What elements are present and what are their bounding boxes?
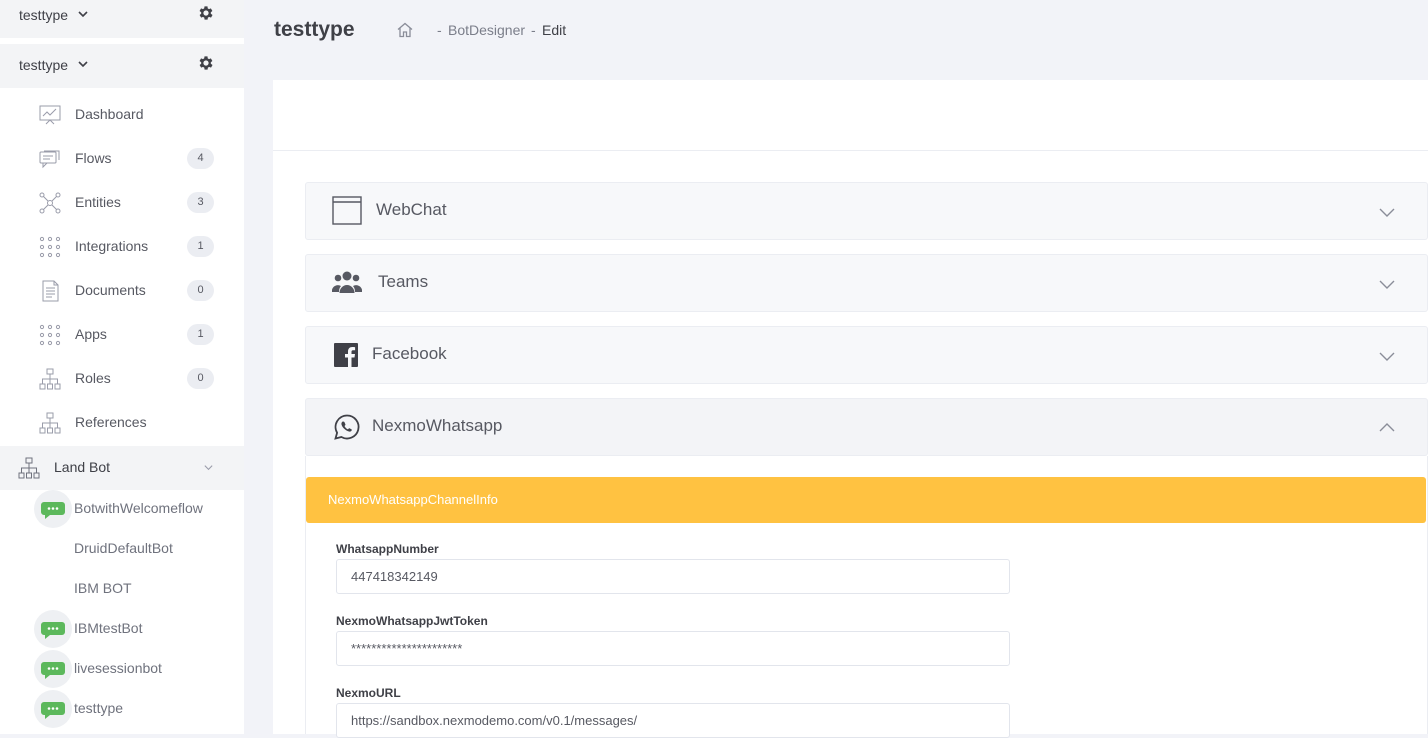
facebook-icon <box>334 343 358 367</box>
gear-icon[interactable] <box>197 4 215 22</box>
bot-item[interactable]: DruidDefaultBot <box>0 529 244 569</box>
accordion-label: Teams <box>378 272 429 291</box>
bot-avatar <box>34 690 72 728</box>
chat-bubble-icon <box>41 702 65 719</box>
org-chart-icon <box>18 457 40 479</box>
breadcrumb-separator: - <box>437 22 442 38</box>
whatsapp-icon <box>334 414 360 440</box>
project-name: testtype <box>19 57 69 73</box>
section-title: NexmoWhatsappChannelInfo <box>328 492 498 507</box>
bot-item[interactable]: IBM BOT <box>0 569 244 609</box>
bot-item[interactable]: IBMtestBot <box>0 609 244 649</box>
accordion-teams[interactable]: Teams <box>305 254 1428 312</box>
sidebar-item-label: Flows <box>75 150 112 166</box>
field-label-nexmo-url: NexmoURL <box>336 686 401 700</box>
gear-icon[interactable] <box>197 54 215 72</box>
roles-icon <box>39 368 61 390</box>
bot-avatar <box>34 650 72 688</box>
breadcrumb-botdesigner[interactable]: BotDesigner <box>448 22 525 38</box>
bot-name: IBMtestBot <box>74 620 143 636</box>
chat-bubble-icon <box>41 662 65 679</box>
references-icon <box>39 412 61 434</box>
sidebar-item-roles[interactable]: Roles 0 <box>0 357 244 401</box>
sidebar-item-documents[interactable]: Documents 0 <box>0 269 244 313</box>
accordion-label: WebChat <box>376 200 447 219</box>
breadcrumb-edit[interactable]: Edit <box>542 22 566 38</box>
sidebar-item-flows[interactable]: Flows 4 <box>0 137 244 181</box>
section-header-nexmo-info: NexmoWhatsappChannelInfo <box>306 477 1426 523</box>
flows-icon <box>39 150 60 169</box>
bot-name: livesessionbot <box>74 660 162 676</box>
bot-avatar <box>34 490 72 528</box>
chevron-down-icon <box>1379 280 1395 289</box>
bot-name: BotwithWelcomeflow <box>74 500 203 516</box>
accordion-facebook[interactable]: Facebook <box>305 326 1428 384</box>
accordion-label: Facebook <box>372 344 447 363</box>
chevron-down-icon <box>204 465 213 471</box>
count-badge: 4 <box>187 148 214 169</box>
sidebar: testtype testtype Dashboard Flows 4 Enti… <box>0 0 244 734</box>
bot-name: testtype <box>74 700 124 716</box>
bot-avatar <box>34 610 72 648</box>
chat-bubble-icon <box>41 502 65 519</box>
chevron-down-icon <box>1379 208 1395 217</box>
accordion-webchat[interactable]: WebChat <box>305 182 1428 240</box>
chevron-up-icon <box>1379 423 1395 432</box>
bot-item[interactable]: livesessionbot <box>0 649 244 689</box>
count-badge: 0 <box>187 280 214 301</box>
accordion-nexmowhatsapp[interactable]: NexmoWhatsapp <box>305 398 1428 456</box>
entities-icon <box>39 192 61 214</box>
sidebar-item-label: Apps <box>75 326 107 342</box>
project-selector-top[interactable]: testtype <box>0 0 244 38</box>
sidebar-item-label: Roles <box>75 370 111 386</box>
integrations-icon <box>39 236 61 258</box>
bot-name: IBM BOT <box>74 580 132 596</box>
project-name: testtype <box>19 7 69 23</box>
home-icon[interactable] <box>396 21 414 39</box>
users-icon <box>332 271 362 293</box>
nexmo-url-input[interactable] <box>336 703 1010 738</box>
bot-item[interactable]: testtype <box>0 689 244 729</box>
sidebar-item-label: Integrations <box>75 238 149 254</box>
count-badge: 0 <box>187 368 214 389</box>
window-icon <box>332 196 362 225</box>
sidebar-group-land-bot[interactable]: Land Bot <box>0 446 244 490</box>
field-label-jwt-token: NexmoWhatsappJwtToken <box>336 614 488 628</box>
bot-name: DruidDefaultBot <box>74 540 173 556</box>
page-title: testtype <box>274 18 355 41</box>
jwt-token-input[interactable] <box>336 631 1010 666</box>
count-badge: 1 <box>187 236 214 257</box>
sidebar-item-references[interactable]: References <box>0 401 244 445</box>
breadcrumb-separator: - <box>531 22 536 38</box>
apps-icon <box>39 324 61 346</box>
sidebar-item-entities[interactable]: Entities 3 <box>0 181 244 225</box>
field-label-whatsapp-number: WhatsappNumber <box>336 542 439 556</box>
sidebar-item-label: Documents <box>75 282 146 298</box>
sidebar-group-label: Land Bot <box>54 459 111 475</box>
sidebar-item-dashboard[interactable]: Dashboard <box>0 93 244 137</box>
chevron-down-icon <box>78 11 88 18</box>
sidebar-item-integrations[interactable]: Integrations 1 <box>0 225 244 269</box>
count-badge: 3 <box>187 192 214 213</box>
dashboard-icon <box>39 105 61 125</box>
count-badge: 1 <box>187 324 214 345</box>
project-selector[interactable]: testtype <box>0 44 244 88</box>
documents-icon <box>42 280 59 302</box>
panel-header <box>273 80 1428 151</box>
sidebar-item-apps[interactable]: Apps 1 <box>0 313 244 357</box>
whatsapp-number-input[interactable] <box>336 559 1010 594</box>
accordion-label: NexmoWhatsapp <box>372 416 503 435</box>
chat-bubble-icon <box>41 622 65 639</box>
bot-item[interactable]: BotwithWelcomeflow <box>0 489 244 529</box>
chevron-down-icon <box>1379 352 1395 361</box>
chevron-down-icon <box>78 61 88 68</box>
sidebar-item-label: References <box>75 414 147 430</box>
sidebar-item-label: Dashboard <box>75 106 144 122</box>
sidebar-item-label: Entities <box>75 194 121 210</box>
